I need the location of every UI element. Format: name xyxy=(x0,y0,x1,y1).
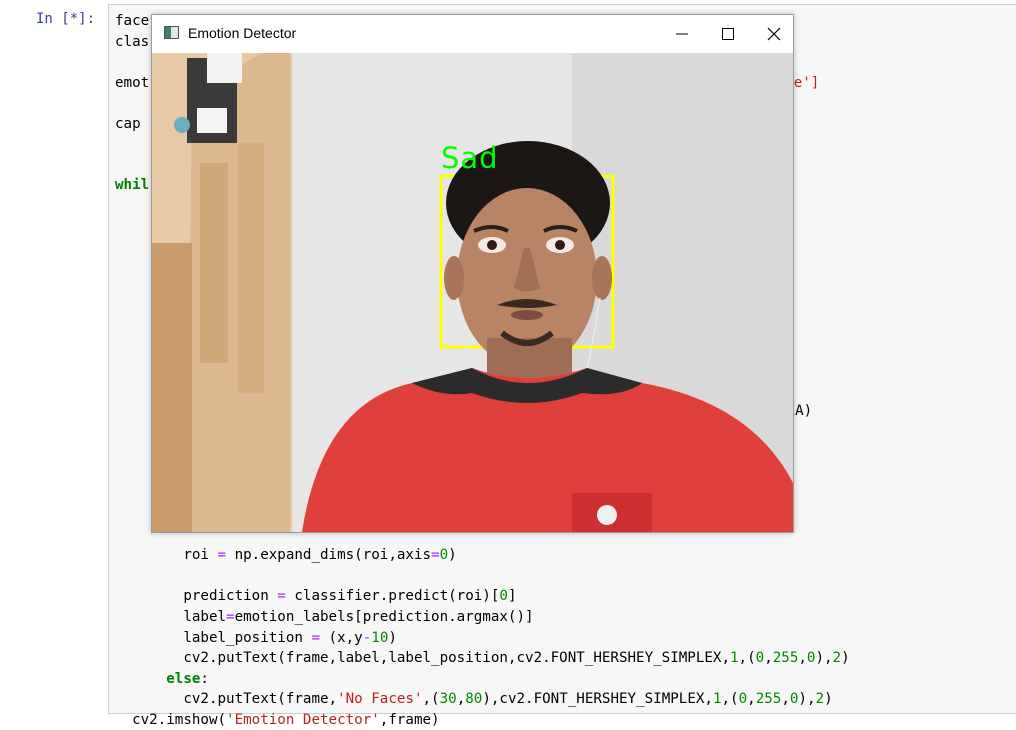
code-line: face.xml') xyxy=(115,11,789,31)
code-token: ), xyxy=(798,691,816,708)
code-line: label_position = (x,y-10) xyxy=(115,628,397,648)
code-token: roi xyxy=(115,547,218,564)
code-token: 1 xyxy=(712,691,722,708)
code-token: = xyxy=(431,547,440,564)
code-token: label xyxy=(115,608,227,625)
code-token: else xyxy=(166,670,201,687)
code-line: whil xyxy=(115,175,149,195)
emotion-label: Sad xyxy=(441,141,499,175)
code-token: 2 xyxy=(832,650,842,667)
code-token: ] xyxy=(507,588,517,605)
window-titlebar[interactable]: Emotion Detector xyxy=(152,15,793,53)
minimize-icon xyxy=(676,33,688,35)
code-token: ,( xyxy=(738,650,756,667)
code-line: cv2.imshow('Emotion Detector',frame) xyxy=(115,710,440,730)
code-token: = xyxy=(277,588,286,605)
code-token: 2 xyxy=(815,691,825,708)
code-token: cap xyxy=(115,115,141,132)
minimize-button[interactable] xyxy=(659,15,705,53)
code-token: , xyxy=(798,650,807,667)
code-token: ), xyxy=(815,650,833,667)
code-token: 0 xyxy=(439,547,449,564)
code-line: cap xyxy=(115,114,141,134)
code-token: ) xyxy=(824,691,833,708)
code-token: ),cv2.FONT_HERSHEY_SIMPLEX, xyxy=(482,691,713,708)
code-token: ) xyxy=(388,629,397,646)
code-token: face xyxy=(115,13,150,29)
code-token: clas xyxy=(115,33,150,50)
code-token: = xyxy=(226,608,235,625)
code-token: whil xyxy=(115,177,150,194)
code-token: 'No Faces' xyxy=(337,691,423,708)
code-token: = xyxy=(311,629,321,646)
maximize-icon xyxy=(722,28,734,40)
code-token: classifier.predict(roi)[ xyxy=(285,588,500,605)
code-token: label_position xyxy=(115,629,312,646)
code-line: roi = np.expand_dims(roi,axis=0) xyxy=(115,545,457,565)
code-line: cv2.putText(frame,label,label_position,c… xyxy=(115,648,850,668)
code-token: 0 xyxy=(755,650,765,667)
webcam-frame: Sad xyxy=(152,53,793,532)
cell-prompt: In [*]: xyxy=(36,11,96,27)
code-line: else: xyxy=(115,669,209,689)
code-token: cv2.putText(frame,label,label_position,c… xyxy=(115,650,730,667)
code-token: emot xyxy=(115,74,150,91)
code-token: 255 xyxy=(755,691,782,708)
code-token: (x,y xyxy=(320,629,363,646)
code-line: prediction = classifier.predict(roi)[0] xyxy=(115,586,516,606)
webcam-scene xyxy=(152,53,793,532)
code-token: 10 xyxy=(371,629,389,646)
maximize-button[interactable] xyxy=(705,15,751,53)
code-token: 30 xyxy=(439,691,457,708)
code-line: label=emotion_labels[prediction.argmax()… xyxy=(115,607,534,627)
code-token: cv2.imshow( xyxy=(115,711,227,728)
code-token: ,( xyxy=(422,691,440,708)
code-line: clas xyxy=(115,32,149,52)
code-token: , xyxy=(764,650,773,667)
code-token: ) xyxy=(448,547,457,564)
code-token: np.expand_dims(roi,axis xyxy=(226,547,432,564)
code-token: , xyxy=(781,691,790,708)
window-title: Emotion Detector xyxy=(188,25,297,41)
code-line: emotrprise'] xyxy=(115,73,819,93)
code-token: : xyxy=(200,670,209,687)
emotion-detector-window[interactable]: Emotion Detector Sad xyxy=(151,14,794,533)
code-token: 'Emotion Detector' xyxy=(226,711,380,728)
code-token: 255 xyxy=(772,650,799,667)
code-token: ) xyxy=(841,650,850,667)
code-token: 0 xyxy=(738,691,748,708)
code-token: 0 xyxy=(499,588,508,605)
code-token: 80 xyxy=(465,691,483,708)
code-token: - xyxy=(362,629,372,646)
close-icon xyxy=(767,27,781,41)
code-token: emotion_labels[prediction.argmax()] xyxy=(234,608,534,625)
code-token: ,frame) xyxy=(379,711,440,728)
code-token: , xyxy=(456,691,466,708)
code-token: = xyxy=(217,547,227,564)
code-token: prediction xyxy=(115,588,278,605)
close-button[interactable] xyxy=(751,15,797,53)
app-window-icon xyxy=(164,26,179,39)
code-token: , xyxy=(747,691,756,708)
code-line: cv2.putText(frame,'No Faces',(30,80),cv2… xyxy=(115,689,833,709)
code-token: 1 xyxy=(730,650,739,667)
code-token: ,( xyxy=(721,691,739,708)
code-token: cv2.putText(frame, xyxy=(115,691,338,708)
